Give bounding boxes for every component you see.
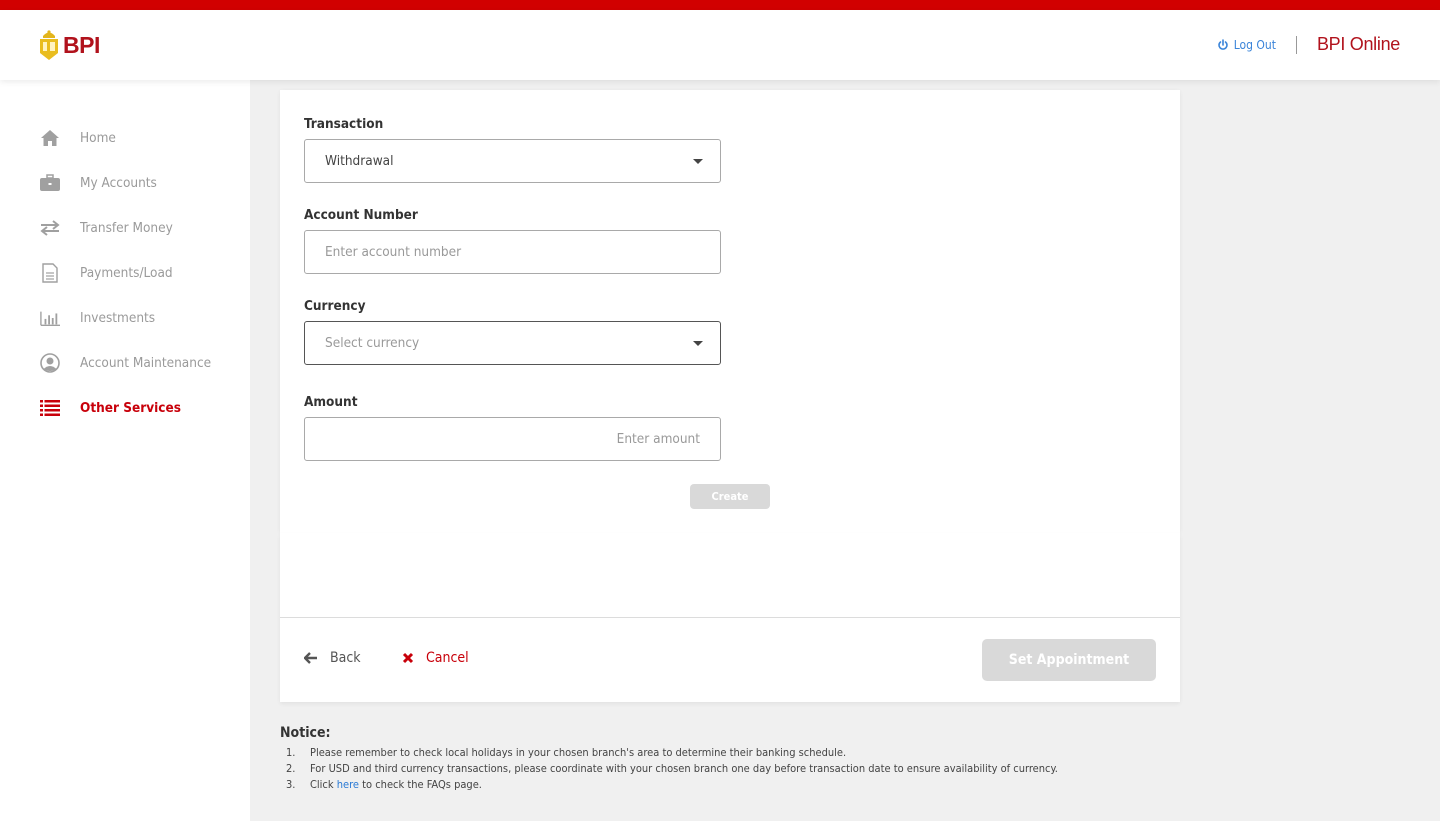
- notice-text: Please remember to check local holidays …: [310, 746, 847, 759]
- transaction-value: Withdrawal: [325, 153, 394, 169]
- briefcase-icon: [40, 173, 60, 193]
- create-button[interactable]: Create: [690, 484, 770, 509]
- sidebar-item-label: Account Maintenance: [80, 355, 212, 371]
- logo-text: BPI: [63, 31, 100, 58]
- power-icon: [1217, 38, 1228, 50]
- bpi-logo[interactable]: BPI: [38, 29, 100, 61]
- notice-text-suffix: to check the FAQs page.: [359, 778, 482, 791]
- sidebar-item-investments[interactable]: Investments: [40, 306, 155, 330]
- cancel-button[interactable]: Cancel: [402, 650, 469, 666]
- notice-item: 3. Click here to check the FAQs page.: [280, 777, 1180, 793]
- sidebar-item-home[interactable]: Home: [40, 126, 116, 150]
- sidebar-item-account-maintenance[interactable]: Account Maintenance: [40, 351, 211, 375]
- currency-label: Currency: [304, 298, 366, 314]
- sidebar-item-label: Investments: [80, 310, 156, 326]
- header-divider: [1295, 35, 1297, 54]
- notice-item: 1. Please remember to check local holida…: [280, 745, 1180, 761]
- account-number-placeholder: Enter account number: [325, 244, 462, 260]
- sidebar-item-label: Other Services: [80, 400, 181, 416]
- sidebar-item-label: Transfer Money: [80, 220, 173, 236]
- header: BPI Log Out BPI Online: [0, 10, 1440, 80]
- account-number-input[interactable]: Enter account number: [304, 230, 721, 274]
- divider: [280, 617, 1180, 618]
- appointment-form-card: Transaction Withdrawal Account Number En…: [280, 90, 1180, 533]
- chevron-down-icon: [693, 341, 703, 346]
- logout-label: Log Out: [1233, 37, 1276, 52]
- notice-text-prefix: Click: [310, 778, 337, 791]
- notice-number: 2.: [286, 762, 296, 775]
- set-appointment-button[interactable]: Set Appointment: [982, 639, 1156, 681]
- sidebar-item-transfer-money[interactable]: Transfer Money: [40, 216, 173, 240]
- arrow-left-icon: [304, 652, 317, 664]
- notice-section: Notice: 1. Please remember to check loca…: [280, 725, 1180, 793]
- cancel-label: Cancel: [426, 650, 469, 666]
- notice-title: Notice:: [280, 725, 331, 741]
- sidebar-item-payments-load[interactable]: Payments/Load: [40, 261, 173, 285]
- account-number-label: Account Number: [304, 207, 418, 223]
- close-icon: [402, 652, 414, 664]
- sidebar-item-my-accounts[interactable]: My Accounts: [40, 171, 157, 195]
- actions-card: Back Cancel Set Appointment: [280, 533, 1180, 702]
- home-icon: [40, 128, 60, 148]
- sidebar-item-label: My Accounts: [80, 175, 157, 191]
- amount-label: Amount: [304, 394, 358, 410]
- back-label: Back: [330, 650, 361, 666]
- transaction-label: Transaction: [304, 116, 384, 132]
- notice-text: For USD and third currency transactions,…: [310, 762, 1058, 775]
- bpi-crest-icon: [40, 30, 58, 60]
- document-icon: [40, 263, 60, 283]
- amount-input[interactable]: Enter amount: [304, 417, 721, 461]
- brand-title: BPI Online: [1316, 34, 1400, 54]
- faqs-link[interactable]: here: [337, 778, 359, 791]
- notice-number: 1.: [286, 746, 296, 759]
- notice-item: 2. For USD and third currency transactio…: [280, 761, 1180, 777]
- bar-chart-icon: [40, 308, 60, 328]
- transfer-arrows-icon: [40, 218, 60, 238]
- user-circle-icon: [40, 353, 60, 373]
- logout-button[interactable]: Log Out: [1217, 38, 1276, 52]
- notice-text: Click here to check the FAQs page.: [310, 777, 482, 793]
- sidebar: Home My Accounts Transfer Money Payments…: [0, 80, 250, 821]
- sidebar-item-label: Home: [80, 130, 116, 146]
- back-button[interactable]: Back: [304, 650, 361, 666]
- sidebar-item-other-services[interactable]: Other Services: [40, 396, 181, 420]
- notice-number: 3.: [286, 778, 296, 791]
- list-icon: [40, 398, 60, 418]
- transaction-select[interactable]: Withdrawal: [304, 139, 721, 183]
- top-accent-bar: [0, 0, 1440, 10]
- currency-placeholder: Select currency: [325, 335, 420, 351]
- amount-placeholder: Enter amount: [616, 431, 700, 447]
- sidebar-item-label: Payments/Load: [80, 265, 173, 281]
- chevron-down-icon: [693, 159, 703, 164]
- currency-select[interactable]: Select currency: [304, 321, 721, 365]
